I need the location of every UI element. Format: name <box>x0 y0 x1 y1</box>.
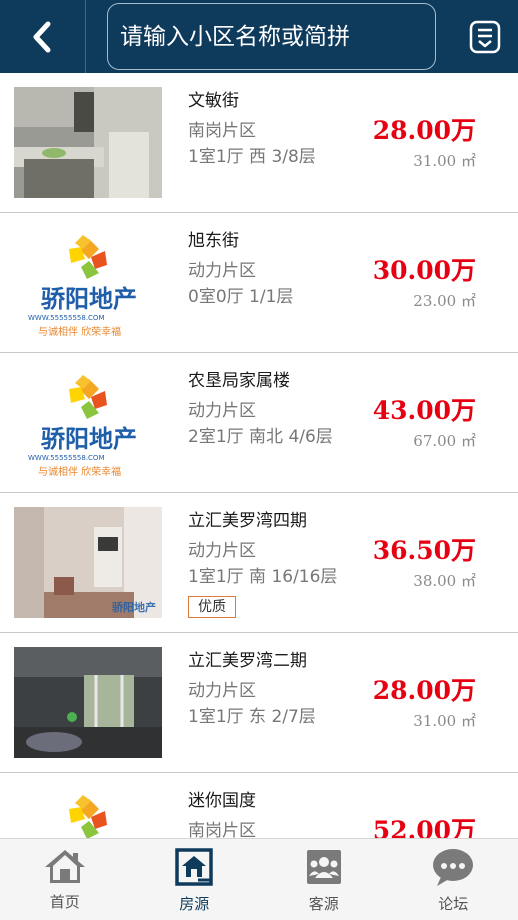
tab-listings-label: 房源 <box>179 895 210 913</box>
listing-price: 52.00万 <box>372 816 476 838</box>
top-bar <box>0 0 518 73</box>
search-box[interactable] <box>107 3 436 70</box>
listing-title: 立汇美罗湾二期 <box>188 651 307 671</box>
listing-district: 动力片区 <box>188 541 256 561</box>
chevron-left-icon <box>33 21 51 52</box>
listing-area: 23.00 ㎡ <box>413 292 476 310</box>
listing-icon <box>175 848 213 886</box>
tab-forum-label: 论坛 <box>438 895 469 913</box>
listing-spec: 1室1厅 东 2/7层 <box>188 707 316 727</box>
brand-logo-thumb: 骄阳地产 WWW.55555558.COM 与诚相伴 欣荣幸福 <box>14 227 162 338</box>
logo-brand-text: 骄阳地产 <box>41 425 137 453</box>
filter-list-icon <box>469 20 501 54</box>
logo-slogan-text: 与诚相伴 欣荣幸福 <box>38 325 121 338</box>
listing-price: 28.00万 <box>372 676 476 705</box>
listing-area: 31.00 ㎡ <box>413 712 476 730</box>
listing-area: 38.00 ㎡ <box>413 572 476 590</box>
search-input[interactable] <box>120 23 435 50</box>
listing-price: 36.50万 <box>372 536 476 565</box>
listing-item[interactable]: 迷你国度 南岗片区 52.00万 <box>0 773 518 838</box>
photo-watermark: 骄阳地产 <box>111 600 156 614</box>
brand-logo-thumb: 骄阳地产 WWW.55555558.COM 与诚相伴 欣荣幸福 <box>14 367 162 478</box>
listing-spec: 1室1厅 南 16/16层 <box>188 567 338 587</box>
app-screen: 文敏街 南岗片区 1室1厅 西 3/8层 28.00万 31.00 ㎡ 骄阳地产 <box>0 0 518 920</box>
header-divider <box>85 0 86 73</box>
listing-price: 30.00万 <box>372 256 476 285</box>
forum-icon <box>433 849 474 886</box>
logo-url-text: WWW.55555558.COM <box>28 314 104 322</box>
home-icon <box>44 850 85 883</box>
listing-title: 迷你国度 <box>188 791 256 811</box>
listing-photo-room <box>14 647 162 758</box>
listing-spec: 0室0厅 1/1层 <box>188 287 294 307</box>
listing-price: 43.00万 <box>372 396 476 425</box>
tab-home[interactable]: 首页 <box>0 839 130 920</box>
listing-district: 动力片区 <box>188 401 256 421</box>
listing-title: 立汇美罗湾四期 <box>188 511 307 531</box>
listing-district: 南岗片区 <box>188 121 256 141</box>
filter-button[interactable] <box>462 14 508 60</box>
listing-item[interactable]: 骄阳地产 WWW.55555558.COM 与诚相伴 欣荣幸福 旭东街 动力片区… <box>0 213 518 353</box>
listing-photo-living: 骄阳地产 <box>14 507 162 618</box>
listing-item[interactable]: 骄阳地产 WWW.55555558.COM 与诚相伴 欣荣幸福 农垦局家属楼 动… <box>0 353 518 493</box>
back-button[interactable] <box>0 0 84 73</box>
listing-item[interactable]: 立汇美罗湾二期 动力片区 1室1厅 东 2/7层 28.00万 31.00 ㎡ <box>0 633 518 773</box>
listing-title: 农垦局家属楼 <box>188 371 290 391</box>
clients-icon <box>306 850 341 884</box>
listing-title: 文敏街 <box>188 91 239 111</box>
listing-district: 南岗片区 <box>188 821 256 838</box>
listing-list[interactable]: 文敏街 南岗片区 1室1厅 西 3/8层 28.00万 31.00 ㎡ 骄阳地产 <box>0 73 518 838</box>
listing-spec: 2室1厅 南北 4/6层 <box>188 427 333 447</box>
logo-brand-text: 骄阳地产 <box>41 285 137 313</box>
listing-spec: 1室1厅 西 3/8层 <box>188 147 316 167</box>
tab-clients-label: 客源 <box>308 895 339 913</box>
logo-url-text: WWW.55555558.COM <box>28 454 104 462</box>
listing-area: 31.00 ㎡ <box>413 152 476 170</box>
tab-forum[interactable]: 论坛 <box>389 839 518 920</box>
listing-item[interactable]: 文敏街 南岗片区 1室1厅 西 3/8层 28.00万 31.00 ㎡ <box>0 73 518 213</box>
listing-district: 动力片区 <box>188 261 256 281</box>
tab-clients[interactable]: 客源 <box>259 839 389 920</box>
brand-logo-thumb <box>14 787 162 838</box>
listing-price: 28.00万 <box>372 116 476 145</box>
listing-area: 67.00 ㎡ <box>413 432 476 450</box>
listing-title: 旭东街 <box>188 231 239 251</box>
tab-listings[interactable]: 房源 <box>130 839 260 920</box>
quality-badge: 优质 <box>188 596 236 618</box>
listing-district: 动力片区 <box>188 681 256 701</box>
listing-photo-kitchen <box>14 87 162 198</box>
logo-slogan-text: 与诚相伴 欣荣幸福 <box>38 465 121 478</box>
bottom-tab-bar: 首页 房源 客源 论坛 <box>0 838 518 920</box>
listing-item[interactable]: 骄阳地产 立汇美罗湾四期 动力片区 1室1厅 南 16/16层 优质 36.50… <box>0 493 518 633</box>
tab-home-label: 首页 <box>49 893 80 911</box>
